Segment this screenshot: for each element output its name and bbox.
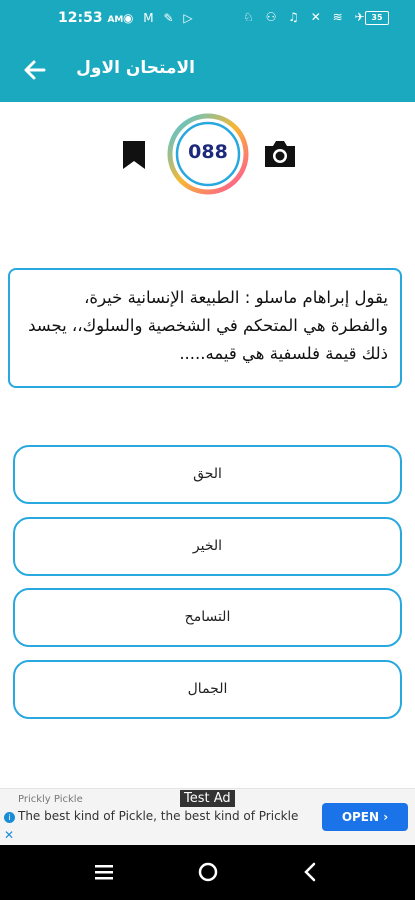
arrow-left-icon[interactable]: [20, 55, 50, 85]
ad-label: Test Ad: [180, 790, 235, 807]
camera-icon[interactable]: [262, 138, 298, 170]
battery-icon: 35: [365, 11, 389, 25]
close-icon[interactable]: ✕: [4, 828, 14, 842]
status-bar: 12:53 AM ◉ M ✎ ▷ ♘ ⚇ ♫ ✕ ≋ ✈ 35: [0, 0, 415, 38]
recents-icon[interactable]: [95, 864, 113, 880]
page-title: الامتحان الاول: [76, 58, 195, 78]
answer-option-3[interactable]: التسامح: [13, 588, 402, 647]
ad-headline: The best kind of Pickle, the best kind o…: [18, 809, 299, 823]
clock: 12:53 AM: [58, 10, 124, 26]
info-icon[interactable]: i: [4, 812, 15, 823]
chevron-left-icon[interactable]: [302, 862, 318, 882]
notification-icons: ◉ M ✎ ▷: [123, 11, 196, 25]
ad-banner[interactable]: Prickly Pickle Test Ad i ✕ The best kind…: [0, 788, 415, 845]
answer-option-1[interactable]: الحق: [13, 445, 402, 504]
bookmark-icon[interactable]: [121, 139, 147, 171]
answer-option-4[interactable]: الجمال: [13, 660, 402, 719]
app-bar: الامتحان الاول: [0, 38, 415, 102]
ad-open-button[interactable]: OPEN ›: [322, 803, 408, 831]
question-card: يقول إبراهام ماسلو : الطبيعة الإنسانية خ…: [8, 268, 402, 388]
home-icon[interactable]: [198, 862, 218, 882]
question-text: يقول إبراهام ماسلو : الطبيعة الإنسانية خ…: [28, 288, 388, 363]
ad-advertiser: Prickly Pickle: [18, 794, 83, 805]
question-counter: 088: [188, 141, 228, 163]
answer-option-2[interactable]: الخير: [13, 517, 402, 576]
system-nav-bar: [0, 845, 415, 900]
system-icons: ♘ ⚇ ♫ ✕ ≋ ✈: [243, 10, 369, 24]
